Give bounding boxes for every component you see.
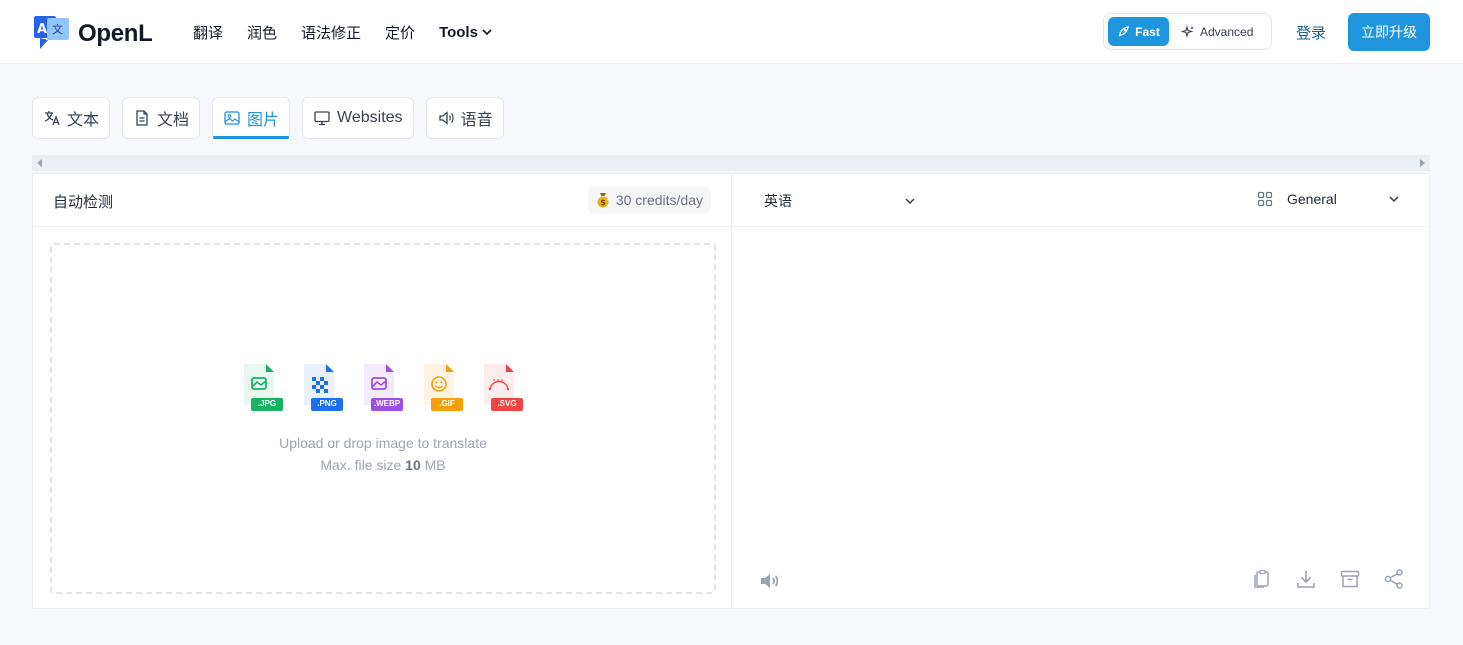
chevron-down-icon (905, 198, 915, 205)
tab-voice[interactable]: 语音 (425, 97, 504, 139)
logo-icon: A 文 (34, 16, 70, 52)
gif-file-label: .GIF (439, 399, 455, 408)
png-file-icon: .PNG (302, 363, 344, 411)
upload-message: Upload or drop image to translate (279, 435, 487, 451)
source-language-selector[interactable]: 自动检测 (53, 191, 113, 212)
speaker-icon (438, 111, 454, 125)
nav-pricing[interactable]: 定价 (385, 22, 415, 43)
target-panel: 英语 General (731, 173, 1430, 609)
target-language-label: 英语 (764, 193, 792, 209)
grid-icon (1257, 191, 1273, 207)
login-link[interactable]: 登录 (1296, 22, 1326, 43)
max-size-prefix: Max. file size (320, 457, 402, 473)
jpg-file-label: .JPG (257, 399, 277, 408)
max-size-value: 10 (405, 457, 421, 473)
translate-icon (44, 111, 60, 126)
svg-text:A: A (37, 22, 47, 37)
filetype-icons: .JPG .PNG .WEBP .GIF .SVG (242, 363, 542, 411)
svg-file-label: .SVG (497, 399, 517, 408)
scroll-right-icon[interactable] (1420, 159, 1425, 167)
mode-fast-button[interactable]: Fast (1108, 17, 1169, 46)
max-size-unit: MB (424, 457, 446, 473)
nav-tools-label: Tools (439, 23, 478, 41)
tab-websites[interactable]: Websites (302, 97, 414, 139)
chevron-down-icon (1389, 196, 1399, 203)
png-file-label: .PNG (317, 399, 337, 408)
logo-text: OpenL (78, 20, 153, 47)
jpg-file-icon: .JPG (242, 363, 284, 411)
main-nav: 翻译 润色 语法修正 定价 Tools (193, 0, 517, 64)
image-dropzone[interactable]: .JPG .PNG .WEBP .GIF .SVG Upload or drop… (50, 243, 716, 594)
tab-document[interactable]: 文档 (122, 97, 201, 139)
tab-text-label: 文本 (67, 112, 100, 129)
image-icon (224, 111, 240, 125)
source-panel: 自动检测 $ 30 credits/day .JPG .PNG .WEBP .G… (32, 173, 732, 609)
archive-icon[interactable] (1339, 568, 1361, 590)
rocket-icon (1118, 26, 1130, 37)
scroll-left-icon[interactable] (37, 159, 42, 167)
tab-text[interactable]: 文本 (32, 97, 111, 139)
target-panel-header: 英语 General (732, 174, 1429, 227)
credits-label: 30 credits/day (615, 192, 703, 208)
nav-polish[interactable]: 润色 (247, 22, 277, 43)
svg-text:文: 文 (52, 22, 63, 36)
gif-file-icon: .GIF (422, 363, 464, 411)
download-icon[interactable] (1295, 568, 1317, 590)
tab-websites-label: Websites (337, 109, 403, 126)
mode-fast-label: Fast (1135, 24, 1160, 39)
document-icon (136, 110, 148, 126)
monitor-icon (314, 111, 330, 126)
tab-image[interactable]: 图片 (212, 97, 291, 139)
mode-advanced-button[interactable]: Advanced (1181, 24, 1254, 39)
mode-toggle: Fast Advanced (1103, 13, 1272, 50)
webp-file-label: .WEBP (373, 399, 401, 408)
logo[interactable]: A 文 OpenL (34, 16, 153, 52)
domain-selector[interactable]: General (1257, 191, 1400, 207)
nav-grammar[interactable]: 语法修正 (301, 22, 361, 43)
sparkles-icon (1181, 24, 1194, 38)
tab-document-label: 文档 (157, 112, 190, 129)
share-icon[interactable] (1383, 568, 1405, 590)
top-header: A 文 OpenL 翻译 润色 语法修正 定价 Tools Fast Advan… (0, 0, 1463, 64)
horizontal-scrollbar[interactable] (32, 155, 1430, 171)
copy-icon[interactable] (1251, 568, 1273, 590)
speak-output-icon[interactable] (758, 569, 782, 598)
mode-tabs: 文本 文档 图片 Websites 语音 (32, 97, 516, 139)
tab-image-label: 图片 (247, 112, 280, 129)
domain-label: General (1287, 191, 1337, 207)
mode-advanced-label: Advanced (1200, 24, 1254, 39)
nav-translate[interactable]: 翻译 (193, 22, 223, 43)
source-panel-header: 自动检测 $ 30 credits/day (33, 174, 731, 227)
tab-voice-label: 语音 (460, 112, 493, 129)
upgrade-button[interactable]: 立即升级 (1348, 13, 1430, 51)
nav-tools[interactable]: Tools (439, 24, 493, 41)
max-size-message: Max. file size 10 MB (52, 457, 714, 473)
output-actions (1229, 568, 1405, 590)
webp-file-icon: .WEBP (362, 363, 404, 411)
credits-badge: $ 30 credits/day (587, 186, 711, 214)
target-language-selector[interactable]: 英语 (764, 191, 916, 211)
chevron-down-icon (482, 29, 492, 36)
money-bag-icon: $ (597, 193, 609, 208)
svg-file-icon: .SVG (482, 363, 524, 411)
svg-text:$: $ (600, 198, 606, 207)
